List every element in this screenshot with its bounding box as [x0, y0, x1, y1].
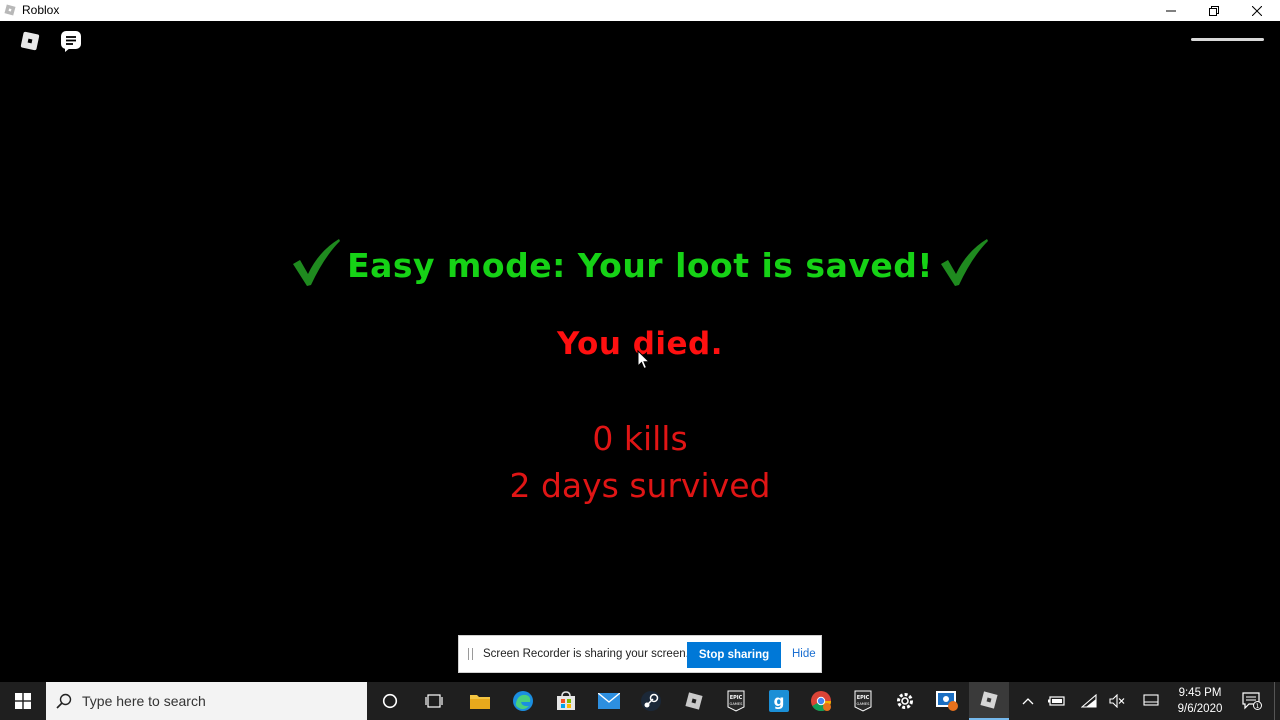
notification-icon: 1	[1242, 692, 1262, 710]
svg-text:EPIC: EPIC	[857, 695, 870, 701]
settings-button[interactable]	[885, 682, 925, 720]
task-view-button[interactable]	[414, 682, 454, 720]
chat-icon[interactable]	[60, 30, 82, 52]
days-survived: 2 days survived	[509, 466, 771, 505]
restore-button[interactable]	[1192, 0, 1236, 21]
wifi-icon	[1081, 694, 1097, 708]
clock-time: 9:45 PM	[1178, 687, 1222, 699]
close-button[interactable]	[1235, 0, 1279, 21]
cortana-icon	[382, 693, 398, 709]
epic-games-icon: EPIC GAMES	[727, 690, 745, 712]
game-viewport[interactable]: Easy mode: Your loot is saved! You died.…	[0, 21, 1280, 682]
epic-games-icon: EPIC GAMES	[854, 690, 872, 712]
easy-mode-banner: Easy mode: Your loot is saved!	[0, 235, 1280, 291]
search-icon	[56, 693, 72, 709]
edge-icon	[513, 691, 533, 711]
battery-button[interactable]	[1046, 682, 1068, 720]
edge-button[interactable]	[503, 682, 543, 720]
taskbar: Type here to search EPIC GAMES g EPIC GA…	[0, 682, 1280, 720]
window-titlebar: Roblox	[0, 0, 1280, 21]
screen-recorder-bar: Screen Recorder is sharing your screen. …	[458, 635, 822, 673]
roblox-studio-icon	[685, 692, 703, 710]
drag-handle-icon[interactable]	[468, 648, 473, 660]
svg-text:GAMES: GAMES	[857, 702, 871, 706]
store-icon	[557, 691, 575, 710]
easy-mode-message: Easy mode: Your loot is saved!	[347, 245, 933, 285]
display-icon	[1143, 694, 1159, 706]
sharing-message: Screen Recorder is sharing your screen.	[483, 648, 689, 660]
mouse-cursor	[637, 350, 651, 370]
volume-button[interactable]	[1106, 682, 1128, 720]
restore-icon	[1209, 5, 1219, 16]
epic-games-button-2[interactable]: EPIC GAMES	[843, 682, 883, 720]
action-center-button[interactable]: 1	[1237, 682, 1267, 720]
volume-muted-icon	[1109, 694, 1125, 708]
g-app-button[interactable]: g	[759, 682, 799, 720]
store-button[interactable]	[546, 682, 586, 720]
network-button[interactable]	[1078, 682, 1100, 720]
steam-button[interactable]	[631, 682, 671, 720]
task-view-icon	[425, 694, 443, 708]
mail-button[interactable]	[589, 682, 629, 720]
svg-text:EPIC: EPIC	[730, 695, 743, 701]
taskbar-clock[interactable]: 9:45 PM 9/6/2020	[1170, 685, 1230, 717]
windows-icon	[15, 693, 31, 709]
roblox-studio-button[interactable]	[674, 682, 714, 720]
minimize-icon	[1166, 10, 1176, 11]
svg-text:g: g	[774, 692, 785, 710]
roblox-icon	[4, 4, 16, 16]
roblox-menu-icon[interactable]	[20, 31, 40, 51]
stop-sharing-button[interactable]: Stop sharing	[687, 642, 781, 668]
chrome-icon	[811, 691, 832, 712]
g-app-icon: g	[769, 690, 789, 712]
checkmark-icon	[293, 239, 341, 286]
hide-link[interactable]: Hide	[792, 648, 816, 660]
settings-icon	[897, 693, 913, 709]
clock-date: 9/6/2020	[1177, 703, 1223, 715]
epic-games-button[interactable]: EPIC GAMES	[716, 682, 756, 720]
cortana-button[interactable]	[370, 682, 410, 720]
svg-text:GAMES: GAMES	[730, 702, 744, 706]
chrome-button[interactable]	[801, 682, 841, 720]
search-placeholder: Type here to search	[82, 693, 206, 709]
monitor-app-icon	[936, 691, 958, 711]
steam-icon	[641, 691, 661, 711]
roblox-taskbar-button[interactable]	[969, 682, 1009, 720]
file-explorer-button[interactable]	[460, 682, 500, 720]
battery-icon	[1048, 696, 1065, 706]
display-button[interactable]	[1140, 682, 1162, 720]
kills-count: 0 kills	[592, 419, 688, 458]
notification-count: 1	[1256, 703, 1260, 710]
topbar-handle	[1191, 38, 1264, 41]
monitor-app-button[interactable]	[927, 682, 967, 720]
window-title: Roblox	[22, 3, 60, 17]
minimize-button[interactable]	[1149, 0, 1193, 21]
checkmark-icon	[940, 239, 988, 286]
taskbar-search[interactable]: Type here to search	[46, 682, 367, 720]
file-explorer-icon	[470, 695, 490, 709]
show-hidden-icons-button[interactable]	[1018, 682, 1038, 720]
roblox-icon	[980, 691, 998, 709]
start-button[interactable]	[0, 682, 46, 720]
chevron-up-icon	[1022, 698, 1034, 705]
close-icon	[1252, 5, 1262, 16]
mail-icon	[598, 693, 620, 709]
show-desktop-button[interactable]	[1274, 682, 1280, 720]
